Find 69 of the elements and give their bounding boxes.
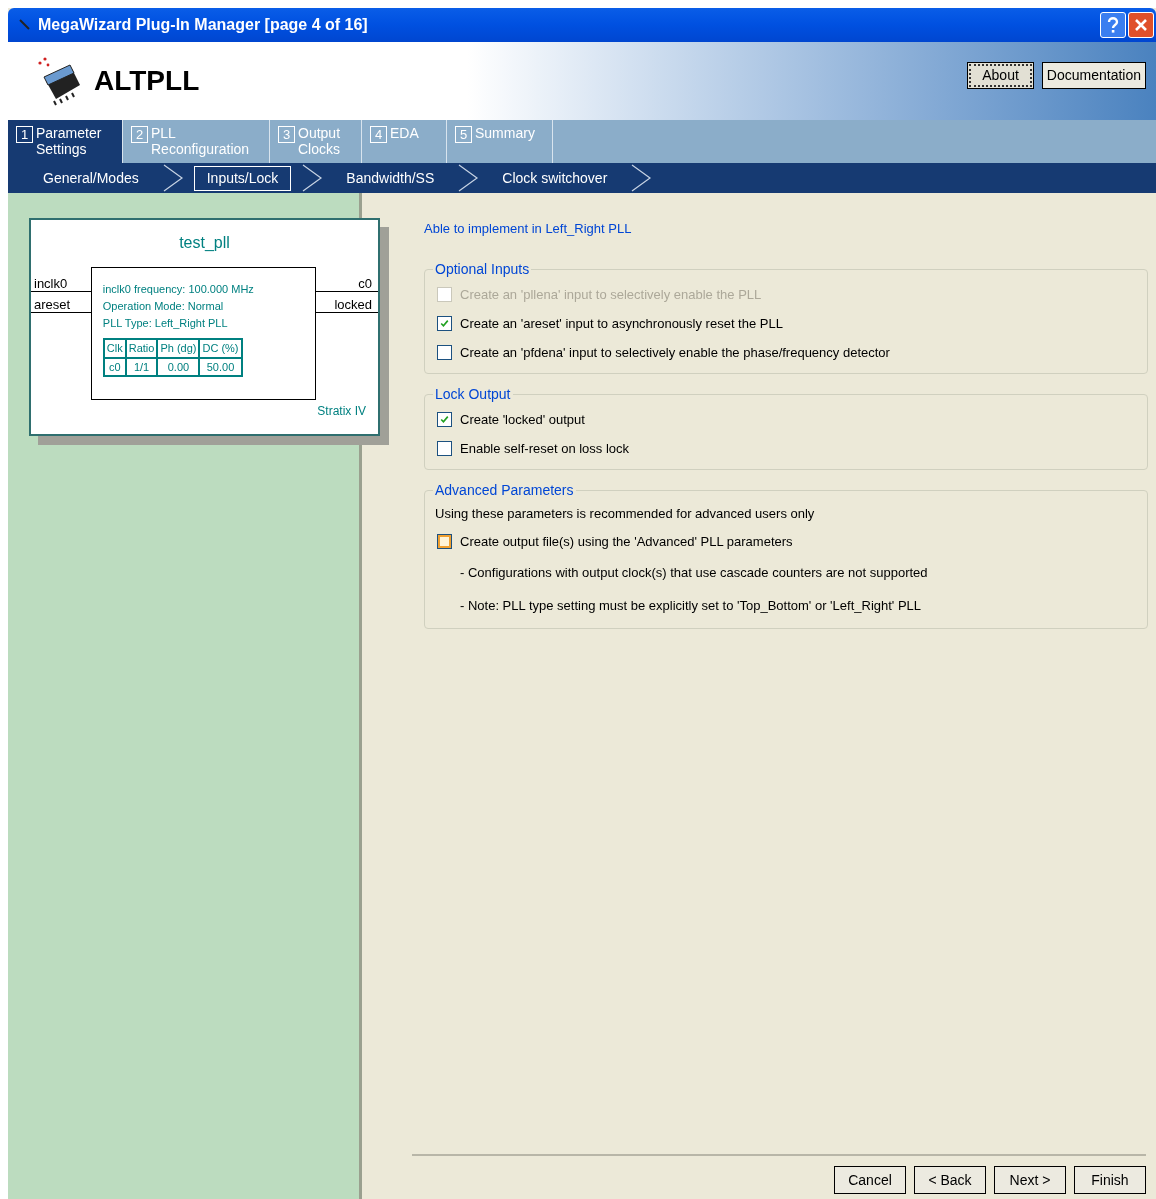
window-title: MegaWizard Plug-In Manager [page 4 of 16] bbox=[38, 15, 369, 35]
checkbox[interactable] bbox=[437, 345, 452, 360]
device-name: Stratix IV bbox=[316, 403, 367, 420]
checkmark-icon bbox=[440, 318, 449, 329]
tab-number: 5 bbox=[455, 126, 472, 143]
table-header: DC (%) bbox=[199, 339, 242, 358]
wizard-button[interactable]: Finish bbox=[1074, 1166, 1146, 1194]
header-button[interactable]: Documentation bbox=[1041, 61, 1146, 89]
wizard-button[interactable]: Next > bbox=[994, 1166, 1066, 1194]
table-header: Clk bbox=[103, 339, 126, 358]
port-label: inclk0 bbox=[33, 277, 69, 291]
subtab[interactable]: General/Modes bbox=[30, 165, 152, 191]
table-header: Ph (dg) bbox=[157, 339, 200, 358]
tab-number: 2 bbox=[131, 126, 148, 143]
group-title: Lock Output bbox=[434, 385, 512, 404]
checkbox-label: Enable self-reset on loss lock bbox=[460, 439, 630, 458]
header-button[interactable]: About bbox=[967, 61, 1034, 89]
chevron-icon bbox=[161, 164, 184, 192]
tab-number: 1 bbox=[16, 126, 33, 143]
port-label: areset bbox=[33, 298, 72, 312]
symbol-name: test_pll bbox=[178, 233, 231, 253]
checkbox[interactable] bbox=[437, 412, 452, 427]
group-title: Optional Inputs bbox=[434, 260, 531, 279]
checkbox-label: Create an 'pfdena' input to selectively enable the phase/frequency detector bbox=[460, 343, 890, 362]
subtab[interactable]: Inputs/Lock bbox=[193, 165, 292, 191]
wizard-button[interactable]: < Back bbox=[914, 1166, 986, 1194]
chevron-icon bbox=[301, 164, 324, 192]
group-title: Advanced Parameters bbox=[434, 481, 575, 500]
table-cell: 50.00 bbox=[199, 357, 242, 376]
checkbox-label: Create an 'pllena' input to selectively enable the PLL bbox=[460, 285, 762, 304]
chevron-icon bbox=[457, 164, 480, 192]
checkbox-label: Create output file(s) using the 'Advanced' PLL parameters bbox=[460, 532, 793, 551]
subtab[interactable]: Clock switchover bbox=[489, 165, 621, 191]
checkbox[interactable] bbox=[437, 534, 452, 549]
tab-number: 4 bbox=[370, 126, 387, 143]
pll-info: inclk0 frequency: 100.000 MHz bbox=[102, 282, 255, 297]
port-label: c0 bbox=[358, 277, 373, 291]
note-text: - Note: PLL type setting must be explicitly set to 'Top_Bottom' or 'Left_Right' PLL bbox=[460, 596, 922, 615]
checkmark-icon bbox=[440, 414, 449, 425]
wand-icon bbox=[18, 18, 32, 32]
table-cell: c0 bbox=[103, 357, 126, 376]
status-message: Able to implement in Left_Right PLL bbox=[424, 220, 633, 238]
note-text: - Configurations with output clock(s) that use cascade counters are not supported bbox=[460, 563, 928, 582]
table-header: Ratio bbox=[125, 339, 158, 358]
pll-info: PLL Type: Left_Right PLL bbox=[102, 316, 229, 331]
chevron-icon bbox=[630, 164, 653, 192]
component-title: ALTPLL bbox=[94, 64, 201, 98]
tab-number: 3 bbox=[278, 126, 295, 143]
checkbox-label: Create an 'areset' input to asynchronously reset the PLL bbox=[460, 314, 783, 333]
tab-label: EDA bbox=[390, 125, 419, 141]
checkbox[interactable] bbox=[437, 316, 452, 331]
wizard-tab[interactable]: 1 Parameter Settings bbox=[8, 120, 123, 163]
pll-info: Operation Mode: Normal bbox=[102, 299, 225, 314]
tab-label: PLL Reconfiguration bbox=[151, 125, 250, 157]
help-button[interactable] bbox=[1100, 12, 1126, 38]
tab-label: Parameter Settings bbox=[36, 125, 102, 157]
tab-label: Output Clocks bbox=[298, 125, 341, 157]
info-text: Using these parameters is recommended for advanced users only bbox=[435, 505, 815, 524]
close-icon bbox=[1134, 18, 1148, 32]
help-icon bbox=[1106, 16, 1120, 34]
subtab[interactable]: Bandwidth/SS bbox=[333, 165, 448, 191]
wizard-button[interactable]: Cancel bbox=[834, 1166, 906, 1194]
checkbox[interactable] bbox=[437, 441, 452, 456]
close-button[interactable] bbox=[1128, 12, 1154, 38]
tab-label: Summary bbox=[475, 125, 535, 141]
port-label: locked bbox=[334, 298, 373, 312]
checkbox-label: Create 'locked' output bbox=[460, 410, 585, 429]
table-cell: 0.00 bbox=[157, 357, 200, 376]
table-cell: 1/1 bbox=[125, 357, 158, 376]
